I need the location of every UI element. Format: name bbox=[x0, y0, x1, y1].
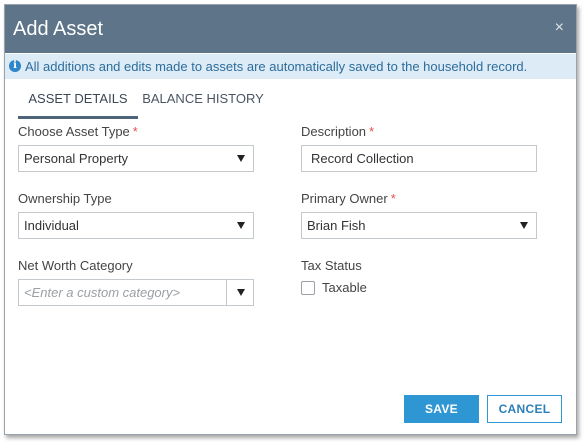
description-input[interactable]: Record Collection bbox=[301, 145, 537, 172]
description-label-text: Description bbox=[301, 124, 367, 139]
primary-owner-label: Primary Owner * bbox=[301, 191, 396, 207]
add-asset-dialog: Add Asset × i All additions and edits ma… bbox=[4, 4, 577, 435]
primary-owner-value: Brian Fish bbox=[307, 218, 366, 233]
net-worth-category-label-text: Net Worth Category bbox=[18, 258, 133, 273]
description-value: Record Collection bbox=[311, 151, 414, 166]
ownership-type-label: Ownership Type bbox=[18, 191, 112, 207]
save-button[interactable]: SAVE bbox=[404, 395, 479, 423]
asset-type-value: Personal Property bbox=[24, 151, 129, 166]
net-worth-category-placeholder: <Enter a custom category> bbox=[24, 285, 181, 300]
tax-status-label-text: Tax Status bbox=[301, 258, 362, 273]
net-worth-category-label: Net Worth Category bbox=[18, 258, 133, 274]
asset-type-label: Choose Asset Type * bbox=[18, 124, 138, 140]
ownership-type-value: Individual bbox=[24, 218, 79, 233]
close-icon[interactable]: × bbox=[555, 19, 564, 37]
dialog-title: Add Asset bbox=[13, 18, 104, 40]
info-banner: i All additions and edits made to assets… bbox=[5, 54, 576, 79]
required-mark: * bbox=[390, 191, 396, 206]
combo-divider bbox=[226, 280, 227, 305]
tax-status-label: Tax Status bbox=[301, 258, 362, 274]
chevron-down-icon bbox=[520, 222, 528, 229]
primary-owner-select[interactable]: Brian Fish bbox=[301, 212, 537, 239]
tab-balance-history[interactable]: BALANCE HISTORY bbox=[138, 88, 268, 116]
required-mark: * bbox=[369, 124, 375, 139]
cancel-button[interactable]: CANCEL bbox=[487, 395, 562, 423]
asset-type-label-text: Choose Asset Type bbox=[18, 124, 130, 139]
taxable-checkbox-label[interactable]: Taxable bbox=[322, 280, 367, 296]
required-mark: * bbox=[132, 124, 138, 139]
ownership-type-select[interactable]: Individual bbox=[18, 212, 254, 239]
chevron-down-icon bbox=[237, 222, 245, 229]
taxable-checkbox[interactable] bbox=[301, 281, 315, 295]
dialog-titlebar: Add Asset × bbox=[5, 5, 576, 53]
net-worth-category-combobox[interactable]: <Enter a custom category> bbox=[18, 279, 254, 306]
chevron-down-icon[interactable] bbox=[237, 289, 245, 296]
ownership-type-label-text: Ownership Type bbox=[18, 191, 112, 206]
info-text: All additions and edits made to assets a… bbox=[25, 59, 528, 74]
description-label: Description * bbox=[301, 124, 374, 140]
primary-owner-label-text: Primary Owner bbox=[301, 191, 388, 206]
tab-asset-details[interactable]: ASSET DETAILS bbox=[18, 88, 138, 119]
info-icon: i bbox=[9, 60, 21, 72]
chevron-down-icon bbox=[237, 155, 245, 162]
asset-type-select[interactable]: Personal Property bbox=[18, 145, 254, 172]
